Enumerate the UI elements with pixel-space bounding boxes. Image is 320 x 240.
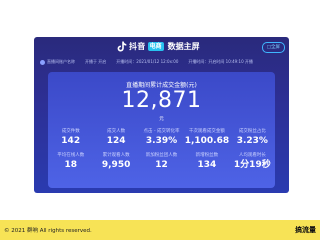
account-info: 直播间账户名称 bbox=[40, 59, 75, 65]
metric-label: 千次观看成交金额 bbox=[188, 129, 225, 134]
copyright-text: © 2021 群响 All rights reserved. bbox=[4, 228, 92, 234]
metric-value: 1,100.68 bbox=[184, 136, 230, 146]
metric-cell: 千次观看成交金额 1,100.68 bbox=[184, 128, 229, 148]
metric-label: 新加粉丝团人数 bbox=[145, 153, 178, 158]
gmv-unit: 元 bbox=[159, 117, 164, 122]
metric-label: 点击 - 成交转化率 bbox=[143, 129, 180, 134]
logo-text: 抖音 bbox=[129, 42, 146, 51]
metric-label: 平均在线人数 bbox=[57, 153, 85, 158]
metrics-row: 平均在线人数 18 累计观看人数 9,950 新加粉丝团人数 12 新增粉丝数 … bbox=[48, 152, 275, 172]
metric-cell: 人均观看时长 1分19秒 bbox=[230, 152, 275, 172]
metric-cell: 点击 - 成交转化率 3.39% bbox=[139, 128, 184, 148]
brand-name: 搞流量 bbox=[295, 226, 316, 234]
metric-value: 3.39% bbox=[145, 136, 178, 146]
metric-label: 累计观看人数 bbox=[102, 153, 130, 158]
metric-cell: 成交粉丝占比 3.23% bbox=[230, 128, 275, 148]
avatar bbox=[40, 59, 45, 65]
metric-value: 124 bbox=[106, 136, 126, 146]
metric-label: 成交人数 bbox=[107, 129, 126, 134]
fullscreen-button[interactable]: □全屏 bbox=[261, 42, 285, 53]
metric-cell: 成交件数 142 bbox=[48, 128, 93, 148]
metric-value: 3.23% bbox=[236, 136, 268, 146]
logo-badge: 电商 bbox=[147, 42, 164, 51]
account-name: 直播间账户名称 bbox=[47, 59, 75, 64]
metric-cell: 新增粉丝数 134 bbox=[184, 152, 229, 172]
brand-logo: 抖音 电商 数据主屏 bbox=[117, 41, 200, 52]
metrics-row: 成交件数 142 成交人数 124 点击 - 成交转化率 3.39% 千次观看成… bbox=[48, 128, 275, 148]
gmv-value: 12,871 bbox=[121, 88, 202, 113]
metric-value: 134 bbox=[197, 160, 217, 170]
metrics-grid: 成交件数 142 成交人数 124 点击 - 成交转化率 3.39% 千次观看成… bbox=[48, 128, 275, 172]
metric-value: 9,950 bbox=[101, 160, 131, 170]
metric-cell: 平均在线人数 18 bbox=[48, 152, 93, 172]
gmv-panel: 直播期间累计成交金额(元) 12,871 元 成交件数 142 成交人数 124… bbox=[48, 72, 275, 188]
metric-value: 1分19秒 bbox=[233, 160, 271, 170]
douyin-note-icon bbox=[117, 41, 127, 52]
metric-cell: 累计观看人数 9,950 bbox=[93, 152, 138, 172]
metric-cell: 成交人数 124 bbox=[93, 128, 138, 148]
info-bar: 直播间账户名称 开播于 开启 开播时间：2021/01/12 12:0x:00 … bbox=[40, 57, 283, 67]
metric-value: 12 bbox=[155, 160, 168, 170]
end-time: 开播时间：开启时间 10:49:10 开播 bbox=[188, 59, 253, 64]
metric-label: 新增粉丝数 bbox=[195, 153, 219, 158]
start-status: 开播于 开启 bbox=[85, 59, 107, 64]
top-bar: 抖音 电商 数据主屏 □全屏 bbox=[34, 37, 289, 57]
metric-label: 成交粉丝占比 bbox=[238, 129, 266, 134]
screen-time: 开播时间：2021/01/12 12:0x:00 bbox=[116, 59, 179, 64]
dashboard-window: 抖音 电商 数据主屏 □全屏 直播间账户名称 开播于 开启 开播时间：2021/… bbox=[34, 37, 289, 193]
page-title: 数据主屏 bbox=[167, 42, 200, 51]
metric-label: 人均观看时长 bbox=[238, 153, 266, 158]
metric-value: 18 bbox=[64, 160, 77, 170]
metric-label: 成交件数 bbox=[61, 129, 80, 134]
metric-value: 142 bbox=[61, 136, 81, 146]
footer-bar: © 2021 群响 All rights reserved. 搞流量 bbox=[0, 220, 320, 240]
metric-cell: 新加粉丝团人数 12 bbox=[139, 152, 184, 172]
